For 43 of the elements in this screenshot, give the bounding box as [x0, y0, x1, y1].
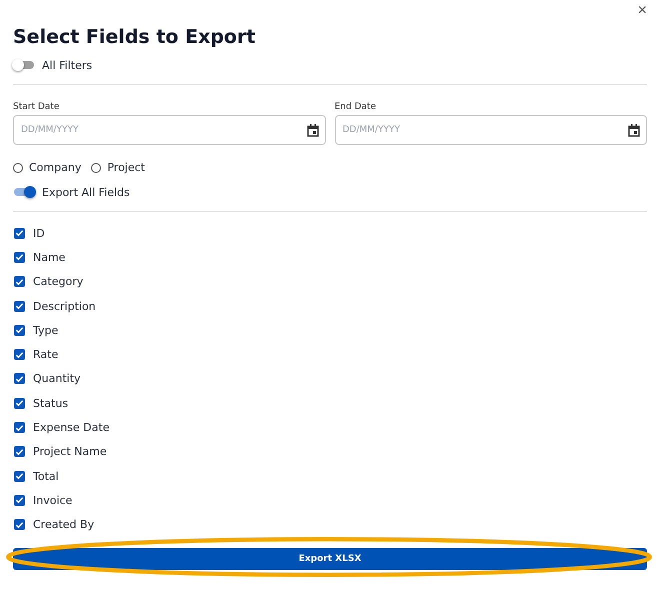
toggle-switch[interactable] — [14, 188, 34, 196]
radio-label: Company — [29, 161, 82, 174]
calendar-icon[interactable] — [628, 124, 640, 137]
checkbox-label: Project Name — [33, 445, 107, 458]
checkbox[interactable] — [14, 446, 25, 458]
checkbox[interactable] — [14, 349, 25, 360]
checkbox-label: Description — [33, 300, 96, 313]
radio-label: Project — [107, 161, 145, 174]
export-button[interactable]: Export XLSX — [13, 548, 647, 570]
checkbox-label: Status — [33, 396, 68, 410]
field-label: Start Date — [13, 102, 60, 112]
checkbox-label: Rate — [33, 348, 58, 362]
toggle-label: All Filters — [42, 58, 92, 72]
checkbox[interactable] — [14, 494, 25, 506]
radio-button[interactable] — [13, 162, 23, 172]
checkbox[interactable] — [14, 228, 25, 239]
date-field[interactable]: DD/MM/YYYY — [13, 115, 326, 145]
close-button[interactable]: × — [634, 2, 651, 20]
checkbox-label: Category — [33, 275, 84, 288]
toggle-switch[interactable] — [14, 61, 34, 69]
calendar-icon[interactable] — [306, 124, 318, 137]
checkbox[interactable] — [14, 373, 25, 384]
checkbox-label: Invoice — [33, 494, 72, 507]
checkbox-label: Type — [33, 324, 58, 337]
field-label: End Date — [334, 102, 376, 112]
checkbox-label: ID — [33, 226, 45, 240]
date-field[interactable]: DD/MM/YYYY — [334, 115, 647, 145]
checkbox-label: Name — [33, 250, 66, 264]
checkbox[interactable] — [14, 519, 25, 530]
checkbox-label: Expense Date — [33, 421, 110, 434]
checkbox[interactable] — [14, 398, 25, 409]
checkbox-label: Quantity — [33, 372, 81, 386]
checkbox[interactable] — [14, 300, 25, 312]
checkbox[interactable] — [14, 276, 25, 288]
checkbox[interactable] — [14, 422, 25, 434]
toggle-label: Export All Fields — [42, 186, 130, 198]
dialog-title: Select Fields to Export — [13, 26, 256, 48]
checkbox[interactable] — [14, 324, 25, 336]
checkbox-label: Created By — [33, 518, 94, 532]
checkbox[interactable] — [14, 470, 25, 482]
radio-button[interactable] — [91, 162, 102, 172]
checkbox[interactable] — [14, 252, 25, 263]
checkbox-label: Total — [33, 470, 59, 483]
